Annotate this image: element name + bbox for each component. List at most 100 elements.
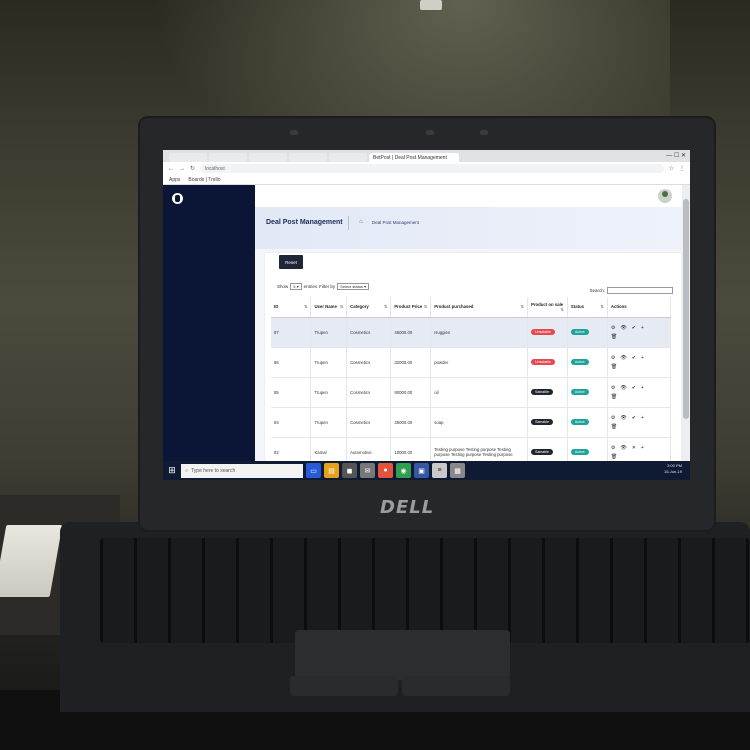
menu-icon[interactable]: ⋮ [679,165,685,172]
page-scrollbar[interactable] [682,185,690,461]
approve-icon[interactable]: ✔ [632,385,636,391]
browser-tab[interactable] [289,153,327,162]
approve-icon[interactable]: ✔ [632,325,636,331]
filter-value: Select status [340,284,364,289]
search-input[interactable] [607,287,673,294]
cell-on-sale: Saleable [527,407,568,438]
on-sale-badge[interactable]: Saleable [530,389,553,395]
on-sale-badge[interactable]: Saleable [530,419,553,425]
address-bar: ← → ↻ localhost ☆ ⋮ [163,162,690,175]
clock-date: 15-Jun-19 [663,469,682,474]
bookmark-trello[interactable]: Boards | Trello [188,177,220,183]
column-header[interactable]: Product Price ⇅ [390,297,432,318]
table-row[interactable]: 84 Trupen Cosmetics 35000.00 soap Saleable Act… [271,407,672,438]
cell-actions: ⚙ 👁 ✔ + 🗑 [607,317,672,348]
browser-tab[interactable] [249,153,287,162]
window-controls[interactable]: — ☐ ✕ [666,152,686,159]
calculator-icon[interactable]: ▦ [450,463,465,478]
cell-category: Cosmetics [346,347,392,378]
firefox-icon[interactable]: ● [378,463,393,478]
add-icon[interactable]: + [641,385,644,391]
bookmark-apps[interactable]: Apps [169,177,180,183]
webcam [426,130,434,135]
laptop-screen: BetPost | Deal Post Management — ☐ ✕ ← →… [163,150,690,480]
column-header[interactable]: Category ⇅ [346,297,392,318]
app-icon[interactable]: ▣ [414,463,429,478]
taskbar-search[interactable]: ○ Type here to search [181,463,303,478]
view-icon[interactable]: 👁 [620,385,626,391]
cell-id: 85 [271,377,312,408]
column-header[interactable]: Status ⇅ [567,297,608,318]
cell-product: powder [430,347,528,378]
cell-on-sale: Saleable [527,377,568,408]
entries-select[interactable]: 5 ▾ [290,283,302,290]
status-badge[interactable]: Active [570,359,589,365]
column-header[interactable]: User Name ⇅ [310,297,348,318]
browser-tab-active[interactable]: BetPost | Deal Post Management [369,153,459,162]
url-field[interactable]: localhost [200,164,664,173]
status-badge[interactable]: Active [570,449,589,455]
store-icon[interactable]: ◼ [342,463,357,478]
cell-status: Active [567,317,608,348]
back-icon[interactable]: ← [168,166,174,172]
reset-button[interactable]: Reset [279,255,303,269]
column-header[interactable]: Product on sale ⇅ [527,297,568,318]
settings-icon[interactable]: ⚙ [611,355,615,361]
approve-icon[interactable]: ✔ [632,415,636,421]
add-icon[interactable]: + [641,325,644,331]
chrome-icon[interactable]: ◉ [396,463,411,478]
delete-icon[interactable]: 🗑 [611,424,617,430]
app-logo-icon[interactable] [172,193,183,204]
browser-tab[interactable] [209,153,247,162]
delete-icon[interactable]: 🗑 [611,454,617,460]
notepad-icon[interactable]: ≡ [432,463,447,478]
add-icon[interactable]: + [641,355,644,361]
windows-start-icon[interactable]: ⊞ [163,461,181,480]
settings-icon[interactable]: ⚙ [611,415,615,421]
delete-icon[interactable]: 🗑 [611,334,617,340]
view-icon[interactable]: 👁 [620,325,626,331]
taskbar: ⊞ ○ Type here to search ▭ ▤ ◼ ✉ ● ◉ ▣ ≡ … [163,461,690,480]
star-icon[interactable]: ☆ [669,165,674,172]
view-icon[interactable]: 👁 [620,445,626,451]
on-sale-badge[interactable]: Unsalable [530,359,555,365]
breadcrumb[interactable]: Deal Post Management [372,220,419,225]
taskbar-search-placeholder: Type here to search [191,467,236,474]
add-icon[interactable]: + [641,445,644,451]
column-header[interactable]: Product purchased ⇅ [430,297,528,318]
task-view-icon[interactable]: ▭ [306,463,321,478]
table-card: Reset Show 5 ▾ entries Filter by Select … [265,253,681,468]
table-row[interactable]: 87 Trupen Cosmetics 45000.00 Huggies Unsalabl… [271,317,672,348]
browser-tab[interactable] [169,153,207,162]
scroll-thumb[interactable] [683,199,689,419]
file-explorer-icon[interactable]: ▤ [324,463,339,478]
system-tray[interactable]: 3:00 PM 15-Jun-19 [664,463,682,475]
reload-icon[interactable]: ↻ [190,165,195,172]
column-header[interactable]: ID ⇅ [271,297,312,318]
status-filter-select[interactable]: Select status ▾ [337,283,370,290]
table-row[interactable]: 86 Trupen Cosmetics 32000.00 powder Unsalable… [271,347,672,378]
reject-icon[interactable]: ✕ [632,445,636,451]
on-sale-badge[interactable]: Unsalable [530,329,555,335]
delete-icon[interactable]: 🗑 [611,364,617,370]
add-icon[interactable]: + [641,415,644,421]
forward-icon[interactable]: → [179,166,185,172]
approve-icon[interactable]: ✔ [632,355,636,361]
settings-icon[interactable]: ⚙ [611,385,615,391]
delete-icon[interactable]: 🗑 [611,394,617,400]
table-row[interactable]: 85 Trupen Cosmetics 90000.00 oil Saleable Acti… [271,377,672,408]
browser-tab[interactable] [329,153,367,162]
table-body: 87 Trupen Cosmetics 45000.00 Huggies Unsalabl… [271,317,672,468]
status-badge[interactable]: Active [570,389,589,395]
settings-icon[interactable]: ⚙ [611,445,615,451]
settings-icon[interactable]: ⚙ [611,325,615,331]
status-badge[interactable]: Active [570,329,589,335]
avatar[interactable] [658,189,672,203]
view-icon[interactable]: 👁 [620,415,626,421]
mail-icon[interactable]: ✉ [360,463,375,478]
cell-price: 32000.00 [390,347,432,378]
on-sale-badge[interactable]: Saleable [530,449,553,455]
home-icon[interactable]: ⌂ [359,219,363,225]
view-icon[interactable]: 👁 [620,355,626,361]
status-badge[interactable]: Active [570,419,589,425]
